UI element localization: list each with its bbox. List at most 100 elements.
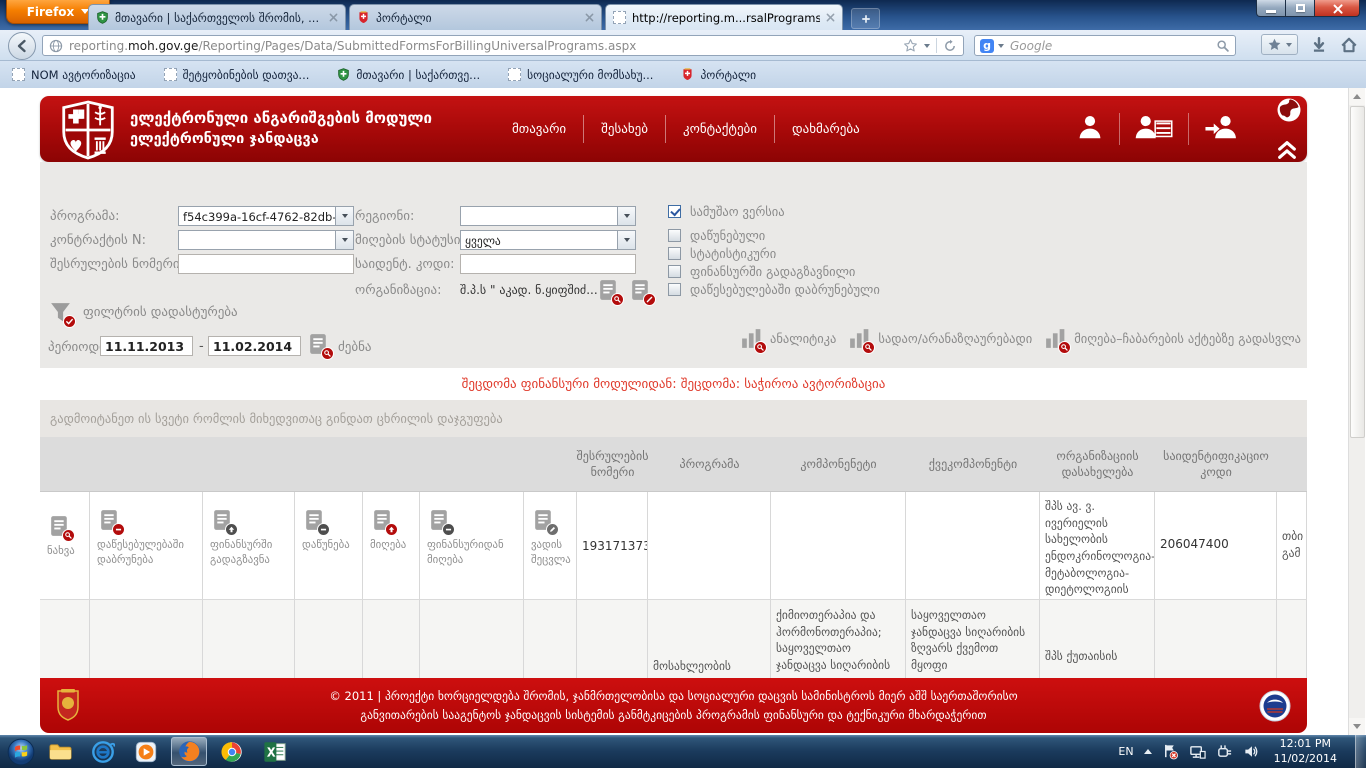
bookmark-item[interactable]: NOM ავტორიზაცია	[12, 68, 136, 82]
action-reject-button[interactable]: დაწუნება	[295, 492, 363, 599]
column-header-performance-number[interactable]: შესრულების ნომერი	[577, 437, 648, 491]
url-bar[interactable]: reporting.moh.gov.ge/Reporting/Pages/Dat…	[42, 35, 964, 56]
page-scrollbar[interactable]	[1348, 88, 1365, 735]
action-send-to-finance-button[interactable]: ფინანსურში გადაგზავნა	[203, 492, 295, 599]
search-button-label[interactable]: ძებნა	[338, 340, 372, 355]
nav-about[interactable]: შესახებ	[584, 122, 665, 137]
column-header-ident-code[interactable]: საიდენტიფიკაციო კოდი	[1155, 437, 1277, 491]
checkbox[interactable]	[668, 247, 681, 260]
search-input[interactable]	[1008, 38, 1212, 54]
volume-icon[interactable]	[1243, 743, 1260, 760]
checkbox-sent-to-finance[interactable]: ფინანსურში გადაგზავნილი	[668, 264, 855, 279]
bookmark-star-icon[interactable]	[903, 38, 918, 53]
hidden-icons-arrow[interactable]	[1144, 749, 1152, 754]
contract-select[interactable]	[178, 230, 354, 250]
period-to-input[interactable]	[208, 336, 301, 356]
back-button[interactable]	[8, 32, 36, 60]
scroll-down-arrow[interactable]	[1349, 718, 1365, 735]
column-header-component[interactable]: კომპონენეტი	[771, 437, 906, 491]
disputed-link[interactable]: სადაო/არანაზღაურებადი	[847, 326, 1032, 351]
filter-panel: პროგრამა: f54c399a-16cf-4762-82db-0 რეგი…	[40, 162, 1307, 368]
chevron-down-icon[interactable]	[924, 44, 930, 48]
show-bookmarks-button[interactable]	[1261, 34, 1298, 55]
acceptance-acts-link[interactable]: მიღება–ჩაბარების აქტებზე გადასვლა	[1043, 326, 1301, 351]
tab-close-icon[interactable]	[826, 13, 835, 22]
taskbar-explorer-button[interactable]	[42, 737, 78, 766]
language-indicator[interactable]: EN	[1118, 745, 1133, 758]
checkbox-statistical[interactable]: სტატისტიკური	[668, 246, 776, 261]
taskbar-firefox-button[interactable]	[171, 737, 207, 766]
bookmark-item[interactable]: პორტალი	[681, 68, 756, 82]
google-icon[interactable]	[980, 39, 994, 53]
action-center-flag-icon[interactable]	[1162, 743, 1179, 760]
network-icon[interactable]	[1189, 743, 1206, 760]
action-accept-button[interactable]: მიღება	[363, 492, 420, 599]
taskbar-chrome-button[interactable]	[214, 737, 250, 766]
action-view-button[interactable]: ნახვა	[40, 492, 90, 599]
filter-confirm-button[interactable]: ფილტრის დადასტურება	[48, 300, 238, 325]
tab-reporting-active[interactable]: http://reporting.m...rsalPrograms.aspx	[605, 4, 843, 30]
downloads-icon[interactable]	[1310, 36, 1328, 54]
checkbox[interactable]	[668, 283, 681, 296]
user-profile-icon[interactable]	[1061, 114, 1119, 144]
checkbox[interactable]	[668, 265, 681, 278]
tab-close-icon[interactable]	[585, 13, 594, 22]
home-icon[interactable]	[1340, 36, 1358, 54]
period-from-input[interactable]	[100, 336, 193, 356]
ident-code-input[interactable]	[460, 254, 636, 274]
chevron-down-icon[interactable]	[998, 44, 1004, 48]
taskbar-media-player-button[interactable]	[128, 737, 164, 766]
checkbox-returned-to-institution[interactable]: დაწესებულებაში დაბრუნებული	[668, 282, 880, 297]
logout-icon[interactable]	[1189, 114, 1255, 144]
bookmark-item[interactable]: შეტყობინების დათვა...	[164, 68, 310, 82]
taskbar-ie-button[interactable]	[85, 737, 121, 766]
window-close-button[interactable]	[1314, 0, 1360, 17]
tab-portal[interactable]: პორტალი	[349, 4, 602, 30]
nav-help[interactable]: დახმარება	[775, 122, 877, 137]
checkbox[interactable]	[668, 205, 681, 218]
power-icon[interactable]	[1216, 743, 1233, 760]
scrollbar-thumb[interactable]	[1350, 106, 1365, 438]
checkbox[interactable]	[668, 229, 681, 242]
nav-contacts[interactable]: კონტაქტები	[666, 122, 774, 137]
organization-search-icon[interactable]	[596, 278, 621, 303]
taskbar-excel-button[interactable]	[257, 737, 293, 766]
nav-home[interactable]: მთავარი	[495, 122, 583, 137]
taskbar-clock[interactable]: 12:01 PM 11/02/2014	[1270, 737, 1341, 767]
action-receive-from-finance-button[interactable]: ფინანსურიდან მიღება	[420, 492, 524, 599]
scroll-up-arrow[interactable]	[1349, 88, 1365, 105]
action-return-to-institution-button[interactable]: დაწესებულებაში დაბრუნება	[90, 492, 203, 599]
column-header-organization[interactable]: ორგანიზაციის დასახელება	[1040, 437, 1155, 491]
status-select[interactable]: ყველა	[460, 230, 636, 250]
new-tab-button[interactable]	[851, 8, 880, 29]
organization-clear-icon[interactable]	[628, 278, 653, 303]
search-icon[interactable]	[1216, 39, 1230, 53]
window-minimize-button[interactable]	[1256, 0, 1286, 17]
analytics-link[interactable]: ანალიტიკა	[739, 326, 836, 351]
checkbox-rejected[interactable]: დაწუნებული	[668, 228, 765, 243]
action-change-deadline-button[interactable]: ვადის შეცვლა	[524, 492, 577, 599]
tab-moh-home[interactable]: მთავარი | საქართველოს შრომის, ...	[88, 4, 346, 30]
language-globe-icon[interactable]	[1276, 97, 1302, 127]
chevron-down-icon[interactable]	[617, 231, 635, 249]
search-doc-icon[interactable]	[306, 332, 331, 357]
user-list-icon[interactable]	[1120, 114, 1188, 144]
site-identity-globe-icon[interactable]	[49, 39, 63, 53]
reload-icon[interactable]	[943, 39, 957, 53]
checkbox-working-version[interactable]: სამუშაო ვერსია	[668, 204, 785, 219]
search-box[interactable]	[974, 35, 1236, 56]
tab-close-icon[interactable]	[329, 13, 338, 22]
chevron-down-icon[interactable]	[335, 231, 353, 249]
bookmark-item[interactable]: მთავარი | საქართვე...	[337, 68, 480, 82]
column-header-subcomponent[interactable]: ქვეკომპონენტი	[906, 437, 1040, 491]
show-desktop-button[interactable]	[1355, 735, 1366, 768]
start-button[interactable]	[7, 738, 35, 766]
column-header-program[interactable]: პროგრამა	[648, 437, 771, 491]
bookmark-item[interactable]: სოციალური მომსახუ...	[508, 68, 653, 82]
chevron-down-icon[interactable]	[617, 207, 635, 225]
chevron-down-icon[interactable]	[335, 207, 353, 225]
program-select[interactable]: f54c399a-16cf-4762-82db-0	[178, 206, 354, 226]
performer-number-input[interactable]	[178, 254, 354, 274]
region-select[interactable]	[460, 206, 636, 226]
window-maximize-button[interactable]	[1286, 0, 1314, 17]
